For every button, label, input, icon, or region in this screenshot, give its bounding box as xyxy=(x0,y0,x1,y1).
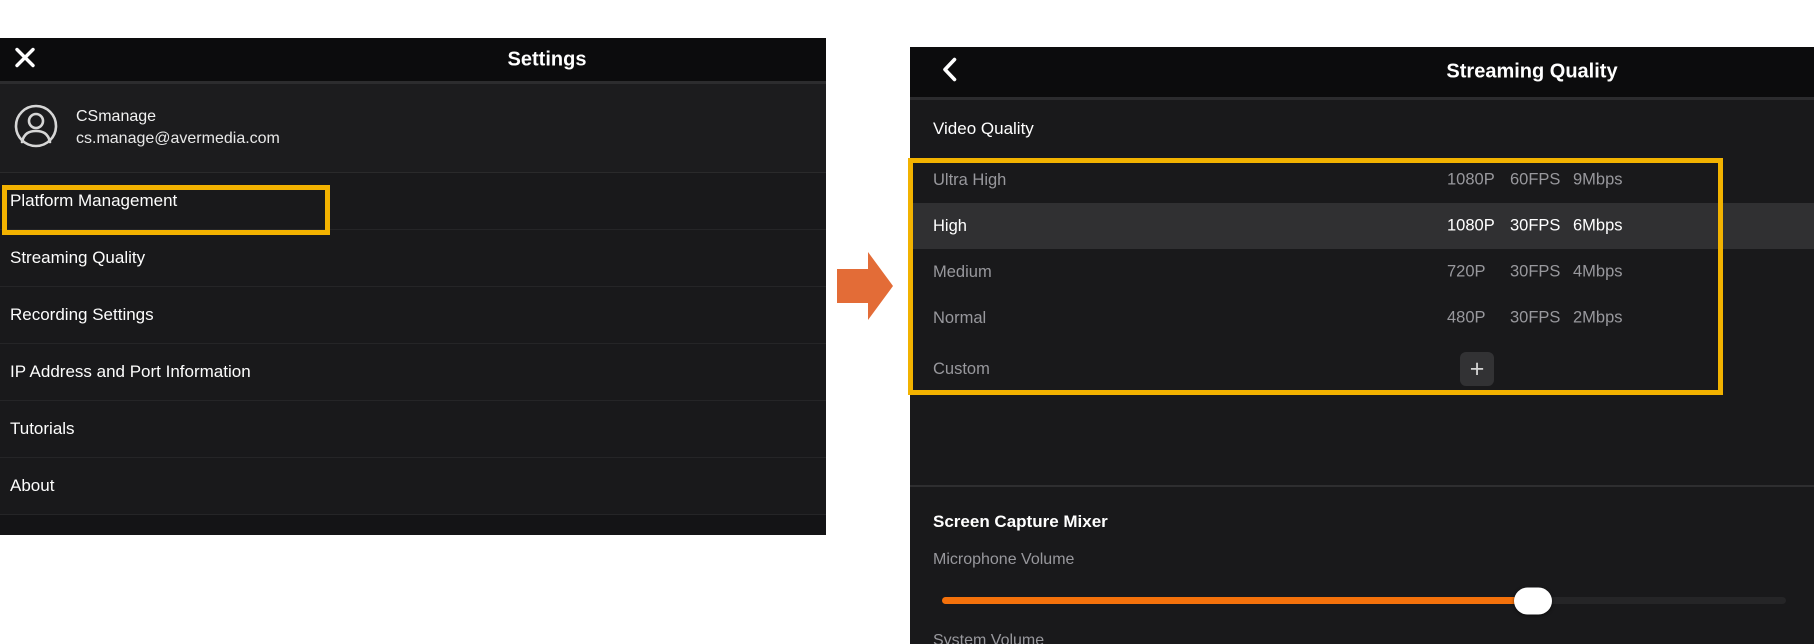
menu-item-about[interactable]: About xyxy=(0,458,826,515)
quality-resolution: 720P xyxy=(1447,263,1510,282)
menu-item-ip-address[interactable]: IP Address and Port Information xyxy=(0,344,826,401)
quality-bitrate: 4Mbps xyxy=(1573,263,1636,282)
account-profile[interactable]: CSmanage cs.manage@avermedia.com xyxy=(0,84,826,173)
menu-item-label: Platform Management xyxy=(10,191,177,211)
quality-fps: 30FPS xyxy=(1510,217,1573,236)
menu-item-label: Tutorials xyxy=(10,419,75,439)
quality-label: Custom xyxy=(933,360,990,379)
page-title: Streaming Quality xyxy=(1446,61,1617,84)
avatar-icon xyxy=(14,104,58,153)
slider-thumb[interactable] xyxy=(1514,587,1552,614)
menu-item-tutorials[interactable]: Tutorials xyxy=(0,401,826,458)
quality-fps: 60FPS xyxy=(1510,171,1573,190)
menu-item-label: Recording Settings xyxy=(10,305,154,325)
account-name: CSmanage xyxy=(76,108,280,126)
quality-label: High xyxy=(933,217,967,236)
menu-item-recording-settings[interactable]: Recording Settings xyxy=(0,287,826,344)
quality-resolution: 1080P xyxy=(1447,217,1510,236)
add-custom-quality-button[interactable]: + xyxy=(1460,352,1494,386)
video-quality-section-label: Video Quality xyxy=(910,100,1814,157)
quality-bitrate: 9Mbps xyxy=(1573,171,1636,190)
quality-label: Ultra High xyxy=(933,171,1006,190)
back-icon[interactable] xyxy=(942,58,957,87)
mixer-section-label: Screen Capture Mixer xyxy=(933,512,1108,532)
quality-label: Normal xyxy=(933,309,986,328)
quality-bitrate: 2Mbps xyxy=(1573,309,1636,328)
menu-item-label: About xyxy=(10,476,54,496)
quality-bitrate: 6Mbps xyxy=(1573,217,1636,236)
slider-fill xyxy=(942,597,1533,604)
flow-arrow-icon xyxy=(837,251,894,326)
microphone-volume-label: Microphone Volume xyxy=(933,551,1074,569)
quality-option-medium[interactable]: Medium 720P 30FPS 4Mbps xyxy=(910,249,1814,295)
quality-label: Medium xyxy=(933,263,992,282)
menu-item-label: IP Address and Port Information xyxy=(10,362,251,382)
quality-option-high-selected[interactable]: High 1080P 30FPS 6Mbps xyxy=(910,203,1814,249)
quality-option-custom[interactable]: Custom + xyxy=(910,341,1814,397)
streaming-quality-header: Streaming Quality xyxy=(910,47,1814,100)
quality-option-normal[interactable]: Normal 480P 30FPS 2Mbps xyxy=(910,295,1814,341)
account-email: cs.manage@avermedia.com xyxy=(76,130,280,148)
quality-resolution: 480P xyxy=(1447,309,1510,328)
streaming-quality-screen: Streaming Quality Video Quality Ultra Hi… xyxy=(910,47,1814,644)
quality-fps: 30FPS xyxy=(1510,309,1573,328)
quality-fps: 30FPS xyxy=(1510,263,1573,282)
screenshot-canvas: Settings CSmanage cs.manage@avermedia.co… xyxy=(0,0,1814,644)
quality-option-ultra-high[interactable]: Ultra High 1080P 60FPS 9Mbps xyxy=(910,157,1814,203)
panel-footer-strip xyxy=(0,515,826,535)
microphone-volume-slider[interactable] xyxy=(942,597,1786,604)
settings-header: Settings xyxy=(0,38,826,84)
page-title: Settings xyxy=(508,48,587,71)
quality-resolution: 1080P xyxy=(1447,171,1510,190)
system-volume-label: System Volume xyxy=(933,632,1044,644)
section-divider xyxy=(910,485,1814,487)
menu-item-label: Streaming Quality xyxy=(10,248,145,268)
settings-screen: Settings CSmanage cs.manage@avermedia.co… xyxy=(0,38,826,532)
menu-item-platform-management[interactable]: Platform Management xyxy=(0,173,826,230)
close-icon[interactable] xyxy=(14,46,36,73)
menu-item-streaming-quality[interactable]: Streaming Quality xyxy=(0,230,826,287)
